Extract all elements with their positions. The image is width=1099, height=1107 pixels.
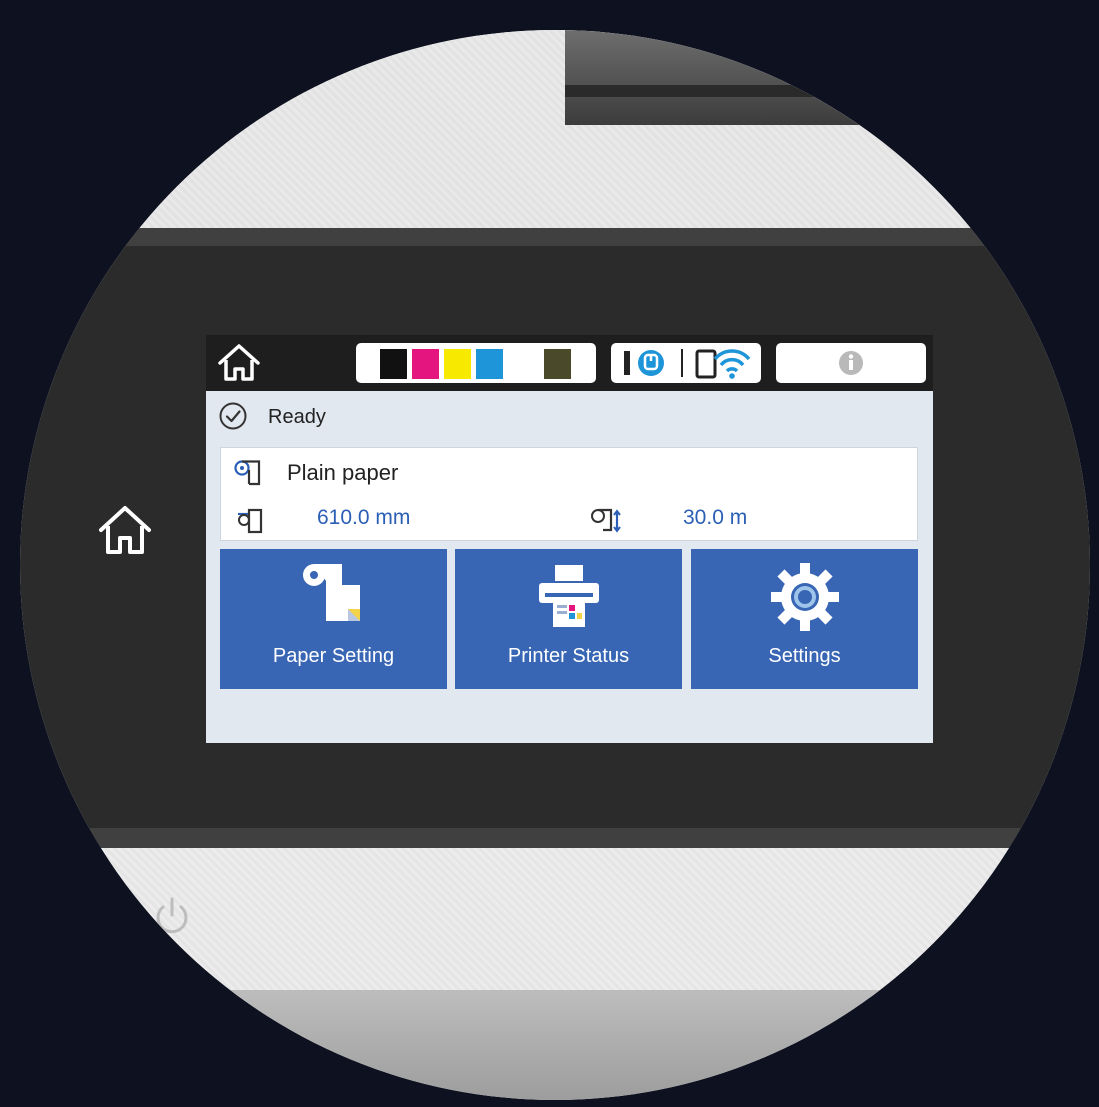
paper-remaining-icon	[591, 508, 621, 533]
usb-connection-icon	[624, 350, 664, 376]
printer-status-tile[interactable]: Printer Status	[455, 549, 682, 689]
check-circle-icon	[219, 402, 247, 430]
ink-levels-button[interactable]	[356, 343, 596, 383]
printer-bottom-edge	[20, 990, 1090, 1100]
main-menu-tiles: Paper Setting Printer Status Settings	[220, 549, 918, 689]
printer-status-label: Printer Status	[507, 645, 630, 667]
paper-remaining-value: 30.0 m	[683, 506, 748, 529]
paper-setting-label: Paper Setting	[272, 645, 395, 667]
paper-setting-tile[interactable]: Paper Setting	[220, 549, 447, 689]
power-icon[interactable]	[150, 895, 194, 939]
paper-roll-icon	[234, 460, 261, 486]
information-button[interactable]	[776, 343, 926, 383]
paper-width-icon	[238, 508, 263, 534]
connection-divider	[681, 349, 683, 377]
paper-output-slot	[565, 30, 1090, 125]
printer-closeup: Ready Plain paper 610.0 mm 30.0 m Paper …	[20, 30, 1090, 1100]
paper-roll-icon	[302, 564, 360, 621]
ink-magenta	[412, 349, 439, 379]
gear-icon	[770, 563, 839, 631]
info-icon	[839, 351, 863, 375]
wifi-icon	[695, 349, 751, 379]
paper-type: Plain paper	[287, 460, 399, 485]
ink-matte-black	[544, 349, 571, 379]
ink-yellow	[444, 349, 471, 379]
paper-width-value: 610.0 mm	[317, 506, 411, 529]
connection-status-button[interactable]	[611, 343, 761, 383]
home-icon[interactable]	[216, 341, 262, 383]
paper-info-card[interactable]: Plain paper 610.0 mm 30.0 m	[220, 447, 918, 541]
home-screen-body: Ready Plain paper 610.0 mm 30.0 m Paper …	[206, 391, 933, 743]
printer-state-text: Ready	[268, 406, 326, 428]
status-bar	[206, 335, 933, 391]
settings-label: Settings	[768, 645, 841, 667]
ink-black	[380, 349, 407, 379]
hardware-home-icon[interactable]	[95, 500, 155, 560]
touch-screen: Ready Plain paper 610.0 mm 30.0 m Paper …	[206, 335, 933, 743]
printer-icon	[538, 565, 599, 627]
ink-cyan	[476, 349, 503, 379]
settings-tile[interactable]: Settings	[691, 549, 918, 689]
